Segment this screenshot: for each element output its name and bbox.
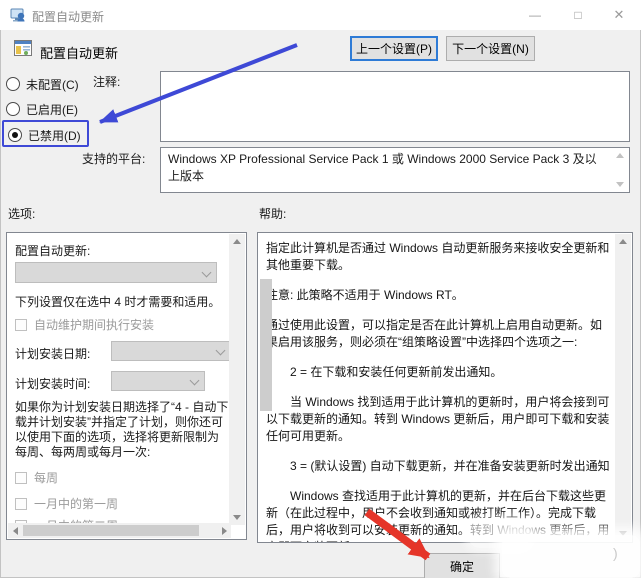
title-bar: 配置自动更新 — □ ✕ — [0, 0, 641, 30]
install-time-dropdown — [111, 371, 205, 391]
supported-on-label: 支持的平台: — [82, 150, 145, 167]
chevron-down-icon — [202, 267, 212, 277]
scroll-down-icon — [616, 182, 624, 187]
scroll-up-icon — [616, 153, 624, 158]
close-icon[interactable]: ✕ — [597, 0, 641, 30]
radio-row-not-configured[interactable]: 未配置(C) — [6, 76, 79, 92]
watermark-blob — [502, 535, 640, 578]
setting-title: 配置自动更新 — [40, 43, 118, 62]
radio-label: 已启用(E) — [26, 101, 78, 118]
disabled-option-highlight-outline — [2, 120, 89, 147]
scroll-up-icon[interactable] — [233, 239, 241, 244]
options-panel: 配置自动更新: 下列设置仅在选中 4 时才需要和适用。 自动维护期间执行安装 计… — [6, 232, 247, 540]
radio-label: 未配置(C) — [26, 76, 79, 93]
options-label: 选项: — [8, 205, 35, 222]
app-window-icon — [10, 7, 26, 23]
first-week-checkbox: 一月中的第一周 — [15, 495, 118, 512]
checkbox-label: 自动维护期间执行安装 — [34, 316, 154, 333]
checkbox-label: 每周 — [34, 469, 58, 486]
help-paragraph: 3 = (默认设置) 自动下载更新，并在准备安装更新时发出通知 — [266, 458, 610, 475]
scroll-down-icon[interactable] — [233, 515, 241, 520]
checkbox-label: 一月中的第一周 — [34, 495, 118, 512]
checkbox-icon — [15, 472, 27, 484]
comment-label: 注释: — [93, 73, 120, 90]
options-horizontal-scrollbar[interactable] — [8, 523, 231, 538]
help-paragraph: 注意: 此策略不适用于 Windows RT。 — [266, 287, 610, 304]
install-day-label: 计划安装日期: — [15, 345, 90, 362]
help-text: 指定此计算机是否通过 Windows 自动更新服务来接收安全更新和其他重要下载。… — [266, 240, 610, 543]
scroll-left-icon[interactable] — [13, 527, 18, 535]
schedule-note-text: 如果你为计划安装日期选择了“4 - 自动下载并计划安装”并指定了计划，则你还可以… — [15, 400, 229, 460]
help-label: 帮助: — [259, 205, 286, 222]
checkbox-icon — [15, 498, 27, 510]
next-setting-button[interactable]: 下一个设置(N) — [446, 36, 535, 61]
radio-icon[interactable] — [6, 102, 20, 116]
maintenance-install-checkbox: 自动维护期间执行安装 — [15, 316, 154, 333]
help-paragraph: 2 = 在下载和安装任何更新前发出通知。 — [266, 364, 610, 381]
watermark-text: ) — [613, 545, 618, 561]
help-vertical-scrollbar[interactable] — [615, 234, 631, 541]
weekly-checkbox: 每周 — [15, 469, 58, 486]
previous-setting-button[interactable]: 上一个设置(P) — [350, 36, 438, 61]
supported-on-text: Windows XP Professional Service Pack 1 或… — [168, 152, 597, 183]
help-panel: 指定此计算机是否通过 Windows 自动更新服务来接收安全更新和其他重要下载。… — [257, 232, 633, 543]
supported-on-value: Windows XP Professional Service Pack 1 或… — [160, 147, 630, 193]
comment-input[interactable] — [160, 71, 630, 142]
auto-update-mode-dropdown — [15, 262, 217, 283]
chevron-down-icon — [190, 376, 200, 386]
help-paragraph: 当 Windows 找到适用于此计算机的更新时，用户将会接到可以下载更新的通知。… — [266, 394, 610, 445]
only-option4-note: 下列设置仅在选中 4 时才需要和适用。 — [15, 293, 220, 310]
radio-icon[interactable] — [6, 77, 20, 91]
maximize-icon[interactable]: □ — [556, 0, 600, 30]
chevron-down-icon — [216, 346, 226, 356]
supported-scroll-arrows — [614, 153, 626, 187]
scroll-right-icon[interactable] — [222, 527, 227, 535]
window-title: 配置自动更新 — [32, 8, 104, 25]
install-day-dropdown — [111, 341, 231, 361]
options-vertical-scrollbar[interactable] — [229, 234, 245, 525]
radio-row-enabled[interactable]: 已启用(E) — [6, 101, 78, 117]
help-paragraph: 指定此计算机是否通过 Windows 自动更新服务来接收安全更新和其他重要下载。 — [266, 240, 610, 274]
vertical-scroll-thumb[interactable] — [260, 279, 272, 411]
configure-automatic-updates-dialog: 配置自动更新 — □ ✕ 配置自动更新 上一个设置(P) 下一个设置(N) 未配… — [0, 0, 641, 578]
ok-button[interactable]: 确定 — [424, 553, 500, 578]
checkbox-icon — [15, 319, 27, 331]
install-time-label: 计划安装时间: — [15, 375, 90, 392]
minimize-icon[interactable]: — — [513, 0, 557, 30]
policy-setting-icon — [14, 40, 32, 56]
scroll-up-icon[interactable] — [619, 239, 627, 244]
configure-auto-update-label: 配置自动更新: — [15, 242, 90, 259]
help-paragraph: 通过使用此设置，可以指定是否在此计算机上启用自动更新。如果启用该服务，则必须在“… — [266, 317, 610, 351]
horizontal-scroll-thumb[interactable] — [23, 525, 199, 536]
